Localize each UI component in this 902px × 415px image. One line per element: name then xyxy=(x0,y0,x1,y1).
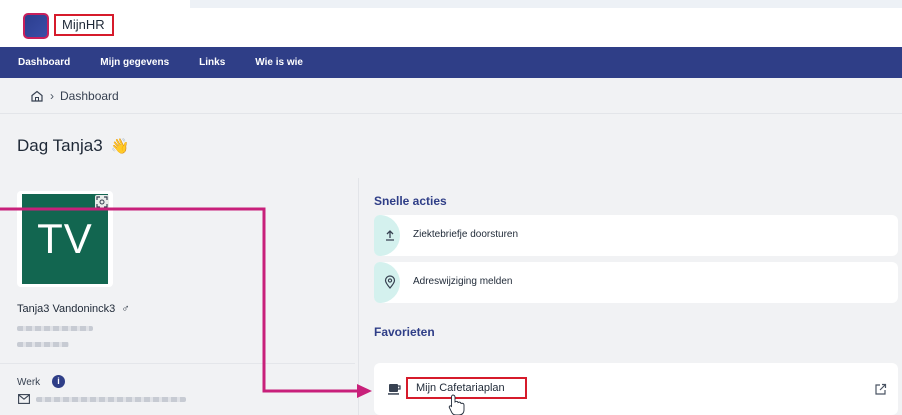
external-link-icon[interactable] xyxy=(874,383,887,396)
redacted-text xyxy=(17,326,93,331)
breadcrumb: › Dashboard xyxy=(0,78,902,114)
favorite-item-label[interactable]: Mijn Cafetariaplan xyxy=(406,377,527,399)
top-bar: MijnHR xyxy=(0,0,902,47)
app-name[interactable]: MijnHR xyxy=(54,14,114,36)
work-label: Werk xyxy=(17,377,41,388)
home-icon[interactable] xyxy=(30,89,44,103)
male-symbol-icon: ♂ xyxy=(121,303,130,315)
favorites-title: Favorieten xyxy=(374,325,435,339)
breadcrumb-current: Dashboard xyxy=(60,88,119,103)
quick-actions-title: Snelle acties xyxy=(374,194,447,208)
page-title: Dag Tanja3 👋 xyxy=(17,136,129,156)
person-name: Tanja3 Vandoninck3 ♂ xyxy=(17,303,130,315)
nav-item-mijn-gegevens[interactable]: Mijn gegevens xyxy=(100,57,169,68)
mail-icon xyxy=(18,394,30,404)
info-icon[interactable]: i xyxy=(52,375,65,388)
app-logo[interactable] xyxy=(23,13,49,39)
quick-action-label: Adreswijziging melden xyxy=(413,276,513,287)
section-divider xyxy=(0,363,355,364)
person-name-text: Tanja3 Vandoninck3 xyxy=(17,303,116,315)
avatar-card: TV xyxy=(17,191,113,287)
redacted-text xyxy=(36,397,186,402)
annotation-arrow-head xyxy=(357,384,372,398)
quick-action-ziektebriefje[interactable]: Ziektebriefje doorsturen xyxy=(374,215,898,256)
greeting-text: Dag Tanja3 xyxy=(17,136,103,155)
coffee-cup-icon xyxy=(388,384,401,395)
favorite-item-cafetariaplan[interactable]: Mijn Cafetariaplan xyxy=(374,363,898,415)
focus-icon[interactable] xyxy=(95,195,109,209)
main-nav: Dashboard Mijn gegevens Links Wie is wie xyxy=(0,47,902,78)
nav-item-links[interactable]: Links xyxy=(199,57,225,68)
redacted-text xyxy=(17,342,69,347)
nav-item-wie-is-wie[interactable]: Wie is wie xyxy=(255,57,303,68)
location-pin-icon xyxy=(384,275,396,289)
top-strip xyxy=(190,0,902,8)
column-divider xyxy=(358,178,359,415)
quick-action-label: Ziektebriefje doorsturen xyxy=(413,229,519,240)
upload-icon xyxy=(386,230,394,241)
chevron-right-icon: › xyxy=(50,88,54,103)
nav-item-dashboard[interactable]: Dashboard xyxy=(18,57,70,68)
waving-hand-icon: 👋 xyxy=(110,138,130,155)
quick-action-adreswijziging[interactable]: Adreswijziging melden xyxy=(374,262,898,303)
